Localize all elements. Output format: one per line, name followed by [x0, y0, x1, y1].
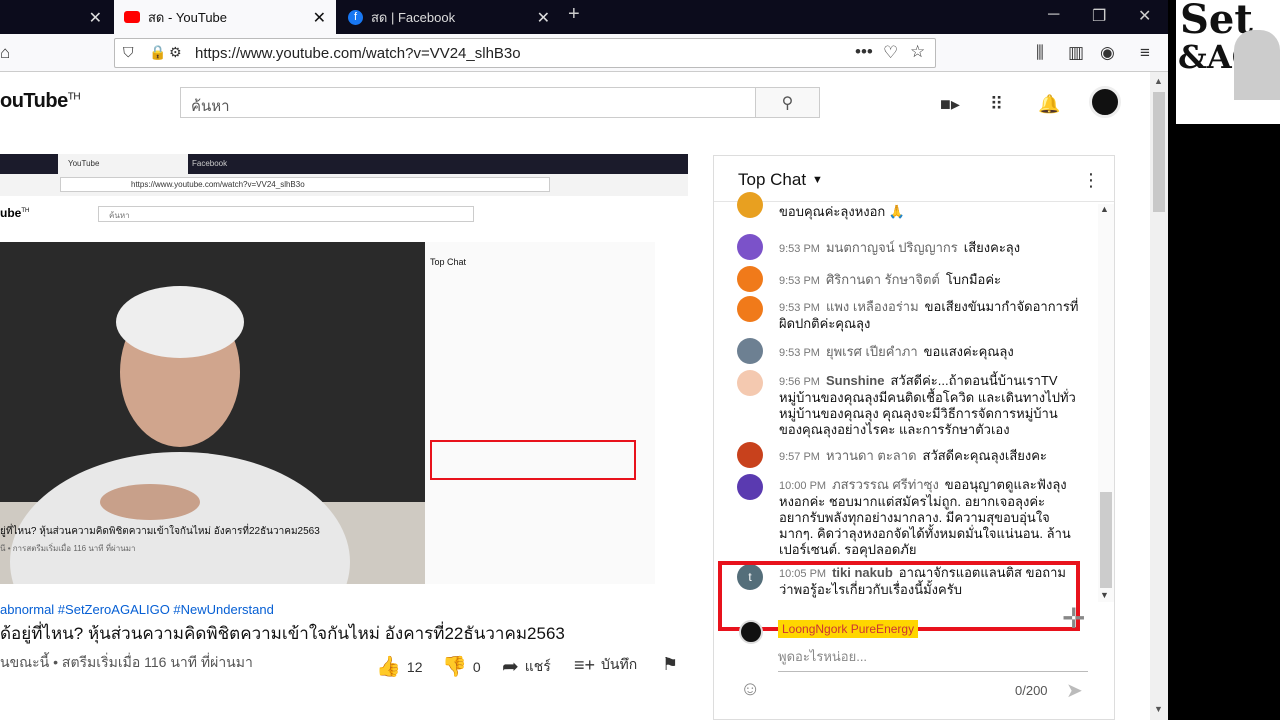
dropdown-caret-icon: ▼ — [812, 174, 823, 186]
share-icon: ➦ — [502, 656, 519, 678]
avatar — [737, 296, 763, 322]
scroll-down-icon[interactable]: ▼ — [1154, 704, 1163, 714]
sidebar-icon[interactable]: ▥ — [1068, 43, 1084, 63]
tab-facebook[interactable]: f สด | Facebook ✕ — [338, 0, 560, 34]
video-meta: นขณะนี้ • สตรีมเริ่มเมื่อ 116 นาที ที่ผ่… — [0, 654, 253, 670]
library-icon[interactable]: ⫼ — [1036, 43, 1044, 63]
like-button[interactable]: 👍 12 — [376, 654, 422, 679]
avatar — [737, 442, 763, 468]
save-button[interactable]: ≡+ บันทึก — [574, 654, 637, 676]
scroll-thumb[interactable] — [1100, 492, 1112, 588]
inner-highlight — [430, 440, 636, 480]
inner-search: ค้นหา — [98, 206, 474, 222]
tab-youtube[interactable]: สด - YouTube ✕ — [114, 0, 336, 34]
menu-icon[interactable]: ≡ — [1140, 43, 1150, 63]
page-scrollbar[interactable]: ▲ ▼ — [1150, 72, 1168, 720]
close-icon[interactable]: ✕ — [313, 8, 326, 28]
permissions-icon[interactable]: ⚙ — [169, 44, 182, 61]
inner-chat: Top Chat — [425, 242, 655, 584]
inner-tab-bar: YouTube Facebook — [0, 154, 688, 174]
avatar — [737, 370, 763, 396]
notifications-bell-icon[interactable]: 🔔 — [1038, 94, 1060, 115]
chat-input[interactable]: พูดอะไรหน่อย... — [778, 646, 1088, 672]
inner-video-meta: นี • การสตรีมเริ่มเมื่อ 116 นาที ที่ผ่าน… — [0, 544, 136, 553]
inner-logo: ubeTH — [0, 206, 30, 220]
share-button[interactable]: ➦ แชร์ — [502, 654, 551, 679]
apps-icon[interactable]: ⠿ — [990, 94, 1003, 115]
close-icon[interactable]: ✕ — [537, 8, 550, 28]
avatar — [739, 620, 763, 644]
crosshair-cursor-icon: ✛ — [1062, 603, 1086, 634]
restore-icon[interactable]: ❐ — [1092, 6, 1106, 26]
flag-icon: ⚑ — [662, 654, 679, 674]
current-user-badge: LoongNgork PureEnergy — [778, 620, 919, 638]
close-icon[interactable]: ✕ — [89, 8, 102, 28]
account-icon[interactable]: ◉ — [1100, 43, 1115, 63]
stream-overlay: Set &AG — [1168, 0, 1280, 720]
lock-icon[interactable]: 🔒 — [149, 44, 166, 61]
avatar — [737, 266, 763, 292]
inner-tab: YouTube — [58, 154, 188, 174]
tab-previous[interactable]: ✕ — [0, 0, 112, 34]
report-button[interactable]: ⚑ — [662, 654, 678, 675]
new-tab-icon[interactable]: + — [568, 3, 580, 26]
brand-logo: Set &AG — [1176, 0, 1280, 124]
thumbs-up-icon: 👍 — [376, 656, 401, 678]
inner-url: https://www.youtube.com/watch?v=VV24_slh… — [60, 177, 550, 192]
avatar — [737, 192, 763, 218]
browser-tab-bar: ✕ สด - YouTube ✕ f สด | Facebook ✕ + ─ ❐… — [0, 0, 1168, 34]
more-icon[interactable]: ••• — [855, 42, 873, 62]
create-video-icon[interactable]: ■▸ — [940, 94, 960, 115]
presenter-image — [1234, 30, 1280, 100]
window-close-icon[interactable]: ✕ — [1138, 6, 1151, 26]
tab-title: สด - YouTube — [148, 9, 228, 25]
video-frame: YouTube Facebook https://www.youtube.com… — [0, 154, 688, 584]
minimize-icon[interactable]: ─ — [1048, 6, 1059, 24]
url-bar[interactable]: ⛉ 🔒 ⚙ https://www.youtube.com/watch?v=VV… — [114, 38, 936, 68]
avatar — [737, 338, 763, 364]
scroll-down-icon[interactable]: ▼ — [1100, 590, 1109, 600]
browser-nav-bar: ⌂ ⛉ 🔒 ⚙ https://www.youtube.com/watch?v=… — [0, 34, 1168, 72]
scroll-up-icon[interactable]: ▲ — [1154, 76, 1163, 86]
page-title: ด้อยู่ที่ไหน? หุ้นส่วนความคิดพิชิตความเข… — [0, 624, 565, 643]
tab-title: สด | Facebook — [371, 9, 456, 25]
send-icon[interactable]: ➤ — [1066, 678, 1083, 703]
inner-tab-facebook: Facebook — [192, 159, 228, 168]
search-placeholder: ค้นหา — [191, 98, 230, 115]
more-vert-icon[interactable]: ⋮ — [1082, 170, 1100, 191]
hashtags[interactable]: abnormal #SetZeroAGALIGO #NewUnderstand — [0, 602, 274, 617]
inner-nav-bar: https://www.youtube.com/watch?v=VV24_slh… — [0, 174, 688, 196]
scroll-thumb[interactable] — [1153, 92, 1165, 212]
facebook-favicon-icon: f — [348, 9, 363, 25]
thumbs-down-icon: 👎 — [442, 656, 467, 678]
playlist-add-icon: ≡+ — [574, 654, 596, 675]
youtube-favicon-icon — [124, 11, 140, 23]
url-text[interactable]: https://www.youtube.com/watch?v=VV24_slh… — [195, 45, 521, 62]
dislike-button[interactable]: 👎 0 — [442, 654, 481, 679]
search-button[interactable]: ⚲ — [755, 87, 820, 118]
pocket-icon[interactable]: ♡ — [883, 43, 898, 63]
inner-video-title: ยู่ที่ไหน? หุ้นส่วนความคิดพิชิตความเข้าใ… — [0, 526, 320, 537]
search-icon: ⚲ — [781, 94, 794, 112]
youtube-header: ouTubeTH ค้นหา ⚲ ■▸ ⠿ 🔔 — [0, 72, 1150, 132]
video-player[interactable]: YouTube Facebook https://www.youtube.com… — [0, 154, 688, 584]
chat-scrollbar[interactable]: ▲ ▼ — [1098, 204, 1114, 602]
shield-icon[interactable]: ⛉ — [123, 44, 134, 61]
chat-mode-dropdown[interactable]: Top Chat ▼ — [738, 170, 823, 190]
emoji-icon[interactable]: ☺ — [740, 678, 760, 701]
avatar[interactable] — [1089, 86, 1121, 118]
youtube-logo[interactable]: ouTubeTH — [0, 90, 81, 113]
avatar — [737, 234, 763, 260]
search-input[interactable]: ค้นหา — [180, 87, 756, 118]
avatar — [737, 474, 763, 500]
home-icon[interactable]: ⌂ — [0, 43, 10, 63]
bookmark-star-icon[interactable]: ☆ — [910, 42, 925, 62]
scroll-up-icon[interactable]: ▲ — [1100, 204, 1109, 214]
char-counter: 0/200 — [1015, 683, 1048, 698]
